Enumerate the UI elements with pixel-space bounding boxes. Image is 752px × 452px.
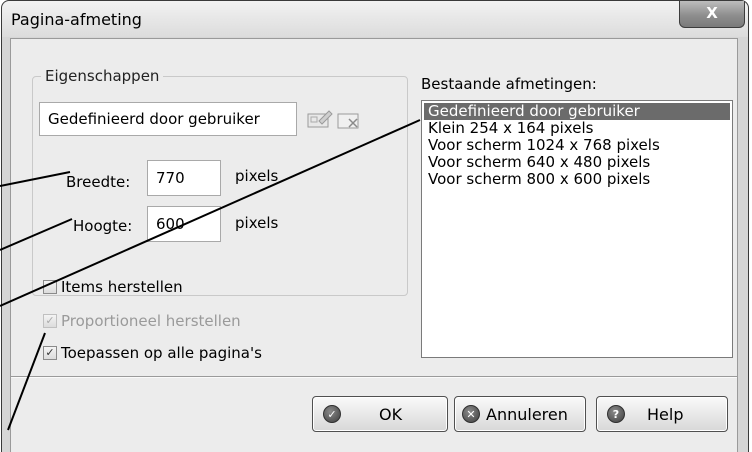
callout-line xyxy=(0,218,73,251)
callout-line xyxy=(0,119,421,307)
callout-line xyxy=(7,332,46,431)
callout-line xyxy=(0,171,71,187)
annotation-callout-lines xyxy=(0,119,421,431)
